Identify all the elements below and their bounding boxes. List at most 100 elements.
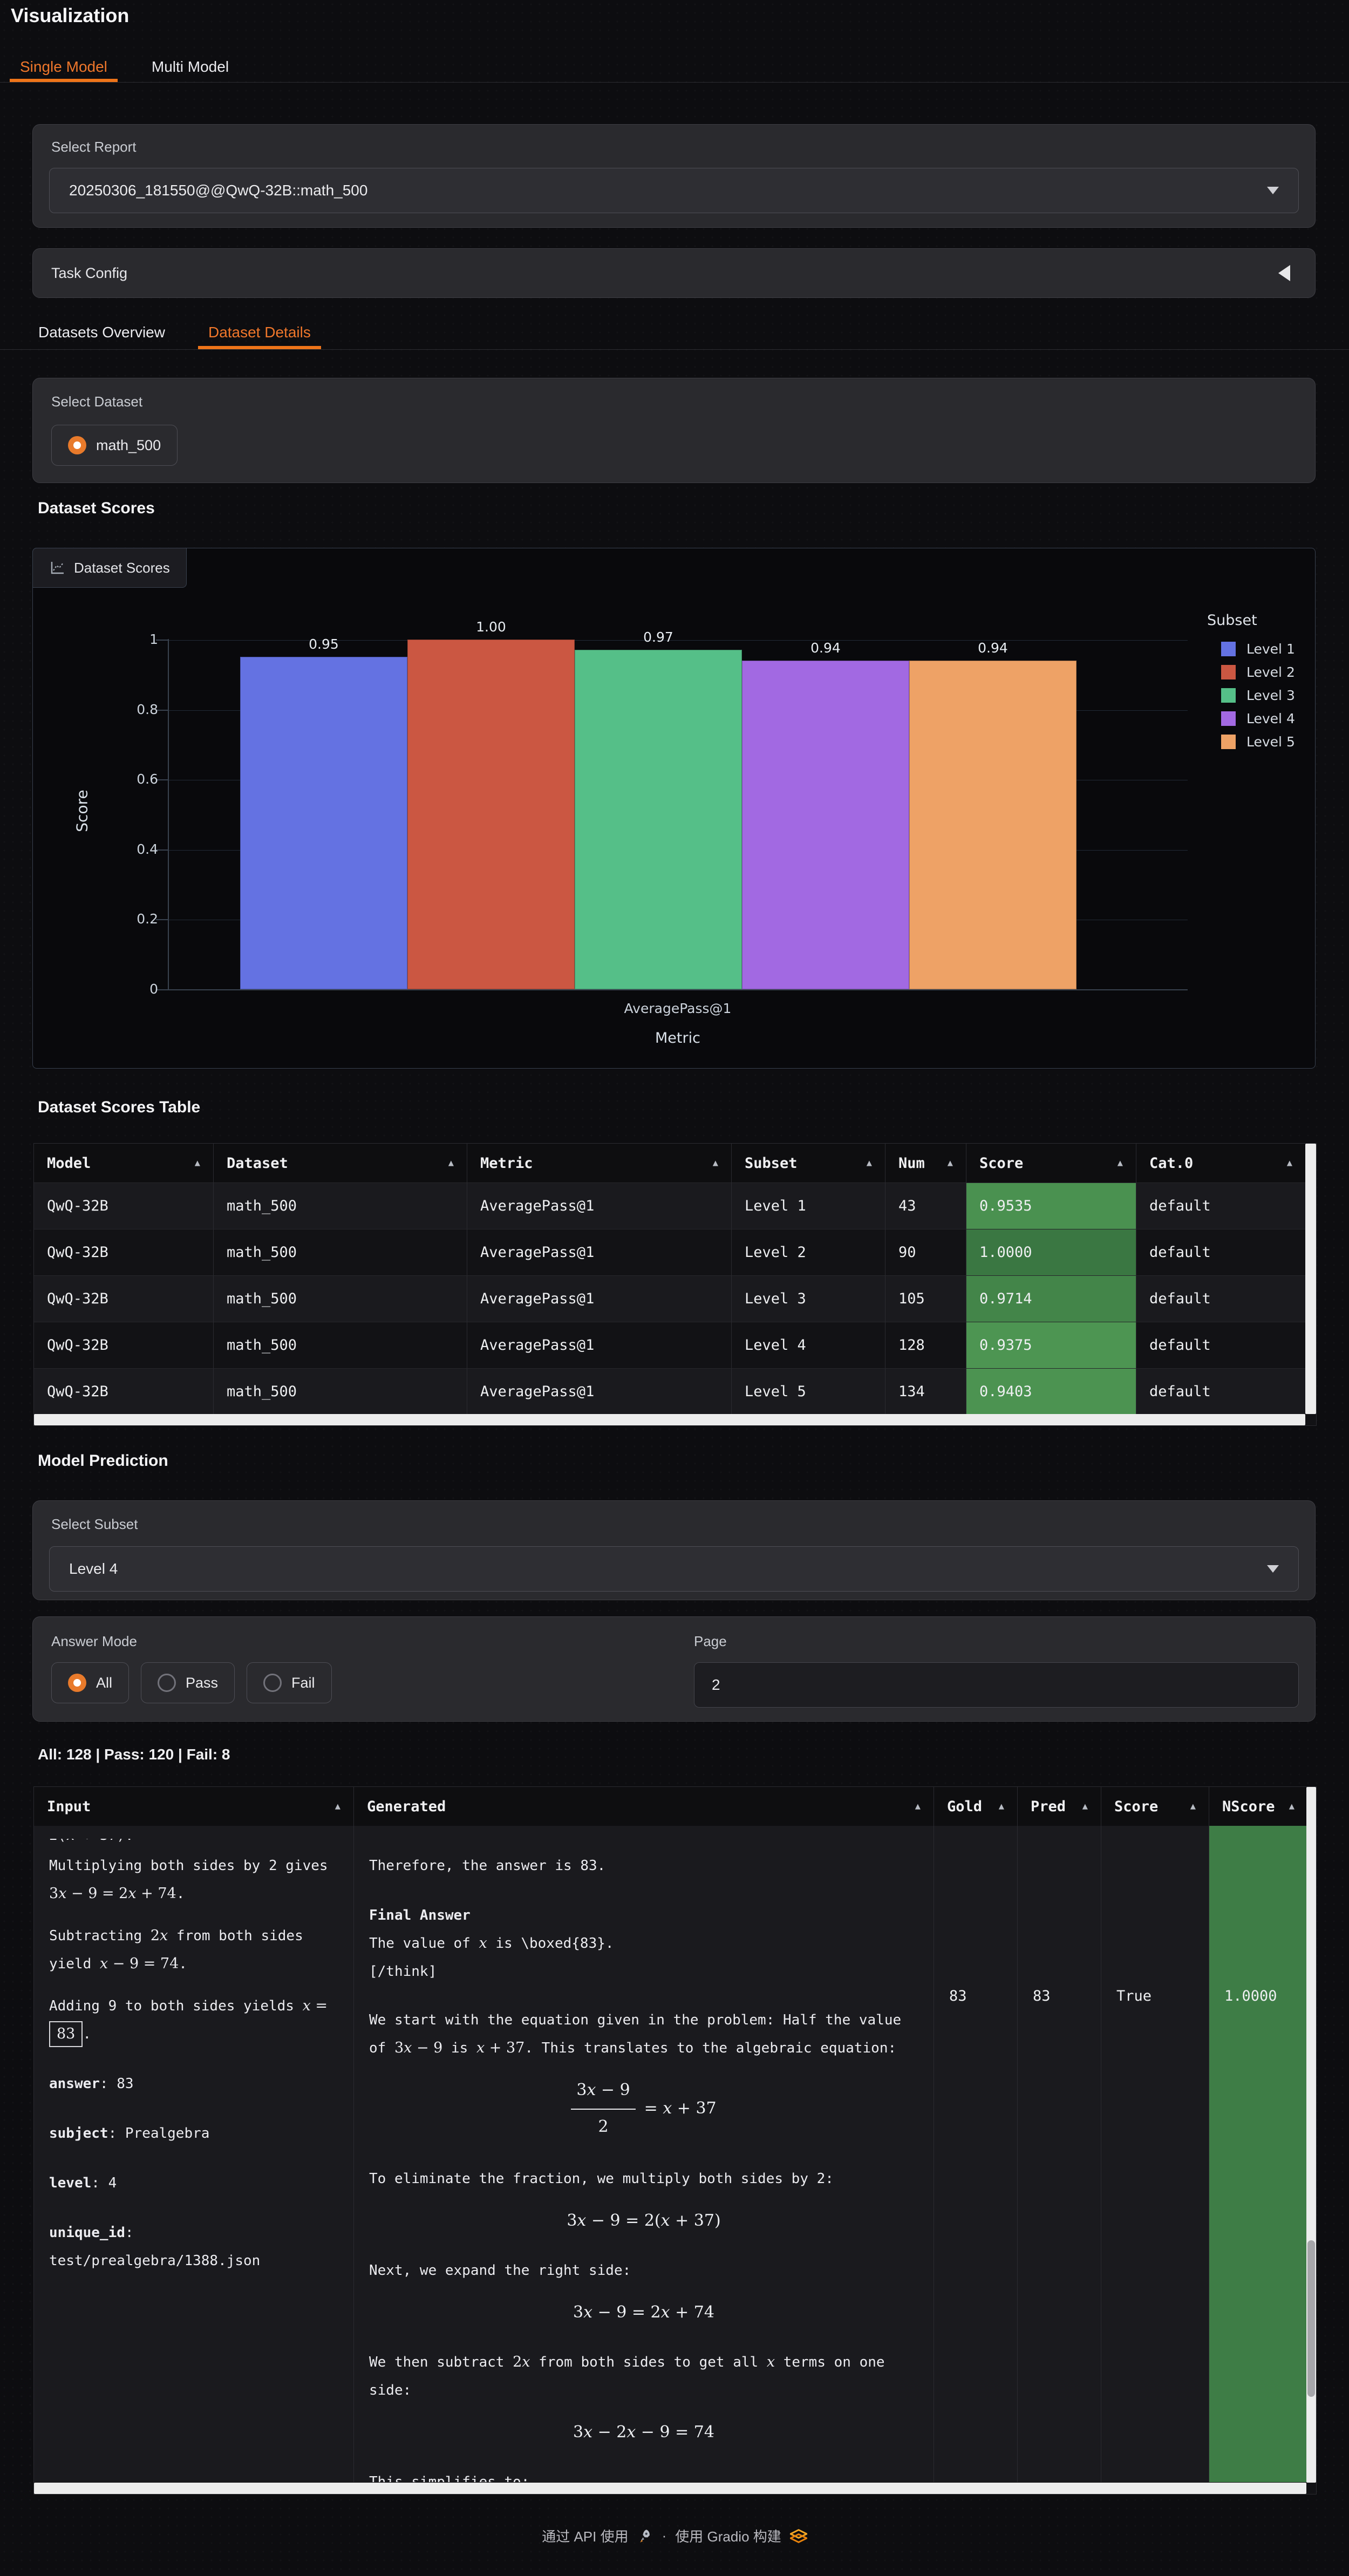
cell-metric: AveragePass@1 — [467, 1322, 732, 1368]
column-header-pred[interactable]: Pred▲ — [1018, 1787, 1101, 1826]
cell-cat0: default — [1136, 1275, 1305, 1322]
column-header-subset[interactable]: Subset▲ — [732, 1144, 885, 1182]
column-header-dataset[interactable]: Dataset▲ — [214, 1144, 467, 1182]
page-title: Visualization — [11, 4, 129, 27]
legend-item-level-1[interactable]: Level 1 — [1207, 637, 1295, 661]
column-label: Input — [47, 1798, 91, 1815]
column-header-score[interactable]: Score▲ — [966, 1144, 1136, 1182]
tab-datasets-overview[interactable]: Datasets Overview — [28, 316, 175, 349]
task-config-accordion[interactable]: Task Config — [32, 248, 1316, 298]
bar-level-1: 0.95 — [240, 636, 407, 989]
radio-math-500[interactable]: math_500 — [51, 425, 178, 466]
page-label: Page — [694, 1633, 727, 1650]
column-header-generated[interactable]: Generated▲ — [354, 1787, 934, 1826]
radio-pass[interactable]: Pass — [141, 1662, 235, 1703]
bar-rect[interactable] — [575, 650, 742, 989]
column-header-model[interactable]: Model▲ — [34, 1144, 214, 1182]
page-input[interactable]: 2 — [694, 1662, 1299, 1708]
column-header-score[interactable]: Score ▲ — [1101, 1787, 1209, 1826]
select-subset-label: Select Subset — [51, 1516, 138, 1533]
legend-label: Level 4 — [1246, 711, 1295, 726]
bar-rect[interactable] — [909, 661, 1077, 989]
answer-mode-options: All Pass Fail — [51, 1662, 332, 1703]
cell-pred: 83 — [1018, 1826, 1101, 2482]
column-label: NScore — [1222, 1798, 1275, 1815]
x-tick-label: AveragePass@1 — [168, 1001, 1188, 1016]
answer-mode-label: Answer Mode — [51, 1633, 137, 1650]
generated-paragraph: The value of x is \boxed{83}. — [369, 1929, 918, 1958]
column-label: Score — [1114, 1798, 1158, 1815]
table-row: QwQ-32B math_500 AveragePass@1 Level 2 9… — [34, 1229, 1316, 1275]
cell-cat0: default — [1136, 1229, 1305, 1275]
tab-dataset-details[interactable]: Dataset Details — [198, 316, 321, 349]
cell-metric: AveragePass@1 — [467, 1229, 732, 1275]
horizontal-scrollbar[interactable] — [34, 2483, 1306, 2494]
clipped-text: 2(x + 37). — [49, 1839, 338, 1850]
use-via-api-link[interactable]: 通过 API 使用 — [542, 2526, 628, 2546]
column-header-metric[interactable]: Metric▲ — [467, 1144, 732, 1182]
column-label: Subset — [745, 1155, 798, 1172]
bar-value-label: 0.97 — [643, 629, 673, 645]
select-report-value: 20250306_181550@@QwQ-32B::math_500 — [69, 182, 367, 199]
scrollbar-thumb[interactable] — [1307, 2240, 1315, 2397]
equation: 3x − 9 = 2x + 74 — [369, 2299, 918, 2327]
bar-value-label: 1.00 — [476, 619, 506, 635]
generated-paragraph: [/think] — [369, 1958, 918, 1986]
cell-model: QwQ-32B — [34, 1229, 214, 1275]
table-row: QwQ-32B math_500 AveragePass@1 Level 3 1… — [34, 1275, 1316, 1322]
dataset-scores-table-heading: Dataset Scores Table — [38, 1098, 200, 1117]
radio-selected-icon — [68, 436, 86, 454]
radio-all-label: All — [96, 1675, 112, 1691]
legend-item-level-2[interactable]: Level 2 — [1207, 661, 1295, 684]
legend-item-level-3[interactable]: Level 3 — [1207, 684, 1295, 707]
radio-fail[interactable]: Fail — [247, 1662, 332, 1703]
generated-paragraph: We start with the equation given in the … — [369, 2006, 918, 2062]
input-level: level: 4 — [49, 2169, 338, 2197]
generated-paragraph: Final Answer — [369, 1901, 918, 1929]
sort-icon: ▲ — [1190, 1801, 1196, 1812]
column-header-gold[interactable]: Gold▲ — [934, 1787, 1018, 1826]
cell-subset: Level 2 — [732, 1229, 885, 1275]
bar-rect[interactable] — [240, 657, 407, 989]
legend-swatch — [1221, 688, 1236, 703]
generated-paragraph: Next, we expand the right side: — [369, 2256, 918, 2285]
column-label: Gold — [947, 1798, 982, 1815]
cell-metric: AveragePass@1 — [467, 1275, 732, 1322]
horizontal-scrollbar[interactable] — [34, 1414, 1305, 1425]
input-paragraph: Adding 9 to both sides yields x = 83. — [49, 1992, 338, 2048]
generated-paragraph: To eliminate the fraction, we multiply b… — [369, 2165, 918, 2193]
column-header-nscore[interactable]: NScore▲ — [1209, 1787, 1307, 1826]
column-header-cat0[interactable]: Cat.0▲ — [1136, 1144, 1305, 1182]
legend-item-level-4[interactable]: Level 4 — [1207, 707, 1295, 730]
select-subset-dropdown[interactable]: Level 4 — [49, 1546, 1299, 1592]
built-with-gradio-link[interactable]: 使用 Gradio 构建 — [675, 2526, 781, 2546]
bar-rect[interactable] — [407, 640, 575, 989]
radio-pass-label: Pass — [186, 1675, 218, 1691]
column-header-input[interactable]: Input▲ — [34, 1787, 354, 1826]
tab-single-model[interactable]: Single Model — [10, 52, 118, 82]
chevron-down-icon — [1267, 187, 1279, 194]
cell-generated: Therefore, the answer is 83. Final Answe… — [354, 1826, 934, 2482]
bar-level-2: 1.00 — [407, 619, 575, 989]
legend-item-level-5[interactable]: Level 5 — [1207, 730, 1295, 753]
legend-swatch — [1221, 711, 1236, 726]
sort-icon: ▲ — [948, 1158, 953, 1168]
column-label: Metric — [480, 1155, 533, 1172]
bar-rect[interactable] — [742, 661, 909, 989]
chart-legend: Subset Level 1 Level 2 Level 3 Level 4 L… — [1207, 612, 1295, 753]
cell-num: 128 — [885, 1322, 966, 1368]
tab-multi-model[interactable]: Multi Model — [141, 52, 239, 82]
cell-metric: AveragePass@1 — [467, 1368, 732, 1415]
select-report-dropdown[interactable]: 20250306_181550@@QwQ-32B::math_500 — [49, 168, 1299, 213]
vertical-scrollbar[interactable] — [1306, 1787, 1316, 2483]
column-header-num[interactable]: Num▲ — [885, 1144, 966, 1182]
radio-all[interactable]: All — [51, 1662, 129, 1703]
legend-label: Level 3 — [1246, 688, 1295, 703]
equation: 3x − 2x − 9 = 74 — [369, 2418, 918, 2446]
vertical-scrollbar[interactable] — [1305, 1144, 1316, 1414]
cell-score: 0.9403 — [966, 1368, 1136, 1415]
dataset-scores-chart: Dataset Scores Score 1 0.8 0.6 0.4 0.2 0… — [32, 548, 1316, 1069]
plot-area: 0.95 1.00 0.97 0.94 0.94 — [33, 548, 1316, 990]
radio-selected-icon — [68, 1674, 86, 1692]
input-paragraph: Multiplying both sides by 2 gives 3x − 9… — [49, 1852, 338, 1908]
